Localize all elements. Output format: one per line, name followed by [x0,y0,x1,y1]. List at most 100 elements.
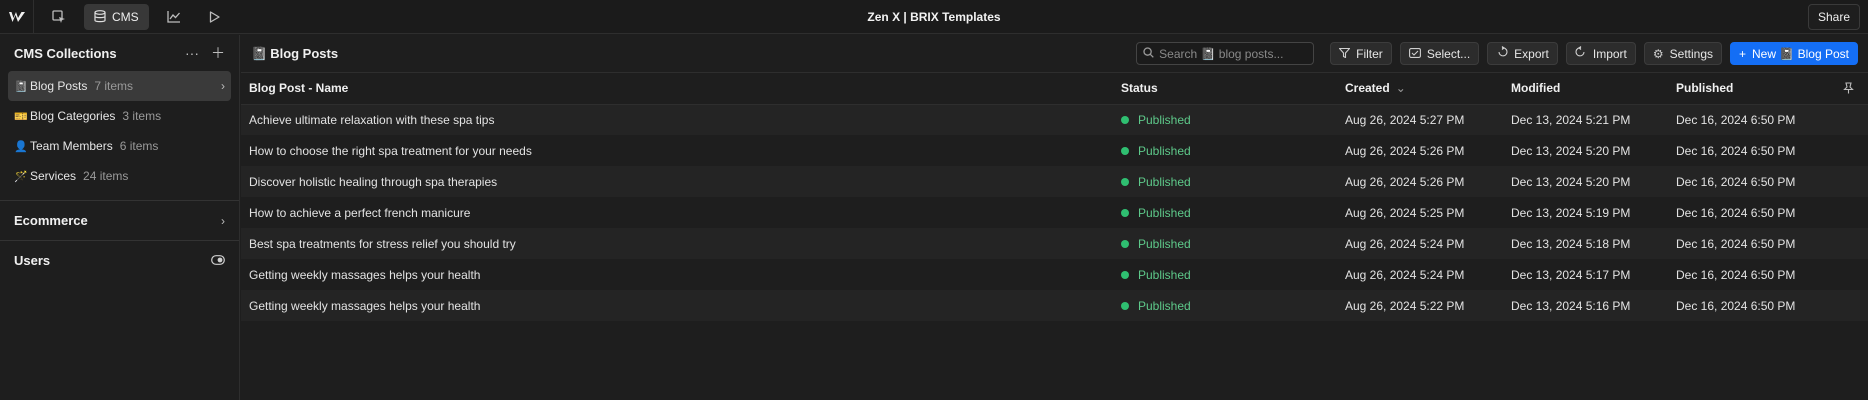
cell-published: Dec 16, 2024 6:50 PM [1668,228,1868,259]
cell-published: Dec 16, 2024 6:50 PM [1668,135,1868,166]
cell-published: Dec 16, 2024 6:50 PM [1668,104,1868,135]
column-header-name[interactable]: Blog Post - Name [241,73,1113,105]
sidebar-item-team-members[interactable]: 👤 Team Members 6 items [8,131,231,161]
cursor-select-icon[interactable] [42,4,76,30]
settings-label: Settings [1669,46,1713,61]
sidebar-item-blog-posts[interactable]: 📓 Blog Posts 7 items › [8,71,231,101]
status-badge: Published [1121,113,1329,127]
cms-sidebar: CMS Collections ··· ＋ 📓 Blog Posts 7 ite… [0,35,240,400]
cell-name[interactable]: Discover holistic healing through spa th… [241,166,1113,197]
cell-name[interactable]: How to choose the right spa treatment fo… [241,135,1113,166]
cell-created: Aug 26, 2024 5:24 PM [1337,259,1503,290]
cms-label: CMS [112,9,139,24]
cell-status: Published [1113,259,1337,290]
search-box[interactable] [1136,42,1315,65]
column-header-created[interactable]: Created ⌄ [1337,73,1503,105]
export-label: Export [1514,46,1549,61]
table-row[interactable]: How to choose the right spa treatment fo… [241,135,1868,166]
cell-name[interactable]: Best spa treatments for stress relief yo… [241,228,1113,259]
cell-modified: Dec 13, 2024 5:18 PM [1503,228,1668,259]
collection-name: Blog Posts [30,79,88,93]
status-label: Published [1138,267,1191,282]
gear-icon: ⚙ [1652,46,1664,61]
sidebar-item-users[interactable]: Users [0,240,239,280]
pin-icon[interactable] [1843,82,1854,97]
status-dot-icon [1121,177,1129,186]
search-icon [1143,46,1154,61]
column-header-published[interactable]: Published [1668,73,1868,105]
search-input[interactable] [1159,46,1310,61]
status-label: Published [1138,205,1191,220]
table-row[interactable]: Getting weekly massages helps your healt… [241,259,1868,290]
status-badge: Published [1121,175,1329,189]
settings-button[interactable]: ⚙ Settings [1643,42,1722,65]
cell-created: Aug 26, 2024 5:25 PM [1337,197,1503,228]
select-button[interactable]: Select... [1399,42,1480,65]
status-dot-icon [1121,239,1129,248]
cell-name[interactable]: Getting weekly massages helps your healt… [241,290,1113,321]
collection-emoji: 👤 [14,140,28,153]
cms-tab[interactable]: CMS [84,3,149,30]
column-header-modified[interactable]: Modified [1503,73,1668,105]
new-blog-post-label: New 📓 Blog Post [1752,46,1849,61]
project-title: Zen X | BRIX Templates [867,9,1001,24]
status-badge: Published [1121,237,1329,251]
collection-count: 7 items [94,79,134,93]
sidebar-item-services[interactable]: 🪄 Services 24 items [8,161,231,191]
collections-heading: CMS Collections [14,45,117,61]
cell-name[interactable]: How to achieve a perfect french manicure [241,197,1113,228]
items-table: Blog Post - Name Status Created ⌄ Modifie… [241,73,1868,321]
share-button[interactable]: Share [1807,4,1860,30]
chart-icon[interactable] [157,4,191,30]
status-label: Published [1138,236,1191,251]
cell-modified: Dec 13, 2024 5:21 PM [1503,104,1668,135]
column-header-status[interactable]: Status [1113,73,1337,105]
new-blog-post-button[interactable]: + New 📓 Blog Post [1730,42,1858,65]
plus-icon[interactable]: ＋ [211,43,225,63]
cell-status: Published [1113,166,1337,197]
export-icon [1496,46,1508,61]
status-label: Published [1138,298,1191,313]
table-row[interactable]: Getting weekly massages helps your healt… [241,290,1868,321]
collection-count: 3 items [122,109,162,123]
collection-emoji: 📓 [14,80,28,93]
sidebar-item-blog-categories[interactable]: 🎫 Blog Categories 3 items [8,101,231,131]
cell-name[interactable]: Achieve ultimate relaxation with these s… [241,104,1113,135]
table-row[interactable]: Best spa treatments for stress relief yo… [241,228,1868,259]
cell-status: Published [1113,290,1337,321]
export-button[interactable]: Export [1487,42,1558,65]
collection-name: Services [30,169,77,183]
table-row[interactable]: Achieve ultimate relaxation with these s… [241,104,1868,135]
collection-emoji: 📓 [251,45,268,61]
status-dot-icon [1121,115,1129,124]
collection-count: 24 items [83,169,129,183]
created-header-label: Created [1345,81,1390,96]
database-icon [94,10,106,23]
webflow-logo-icon[interactable] [0,0,34,34]
collection-title-text: Blog Posts [270,46,339,61]
sidebar-item-ecommerce[interactable]: Ecommerce › [0,200,239,240]
play-icon[interactable] [199,4,230,30]
status-dot-icon [1121,208,1129,217]
select-label: Select... [1426,46,1471,61]
status-badge: Published [1121,268,1329,282]
eye-toggle-icon[interactable] [211,254,225,268]
cell-modified: Dec 13, 2024 5:16 PM [1503,290,1668,321]
cell-created: Aug 26, 2024 5:26 PM [1337,166,1503,197]
collections-header: CMS Collections ··· ＋ [0,35,239,71]
more-icon[interactable]: ··· [185,45,199,61]
cell-published: Dec 16, 2024 6:50 PM [1668,290,1868,321]
published-header-label: Published [1676,81,1734,96]
cell-name[interactable]: Getting weekly massages helps your healt… [241,259,1113,290]
cell-modified: Dec 13, 2024 5:20 PM [1503,166,1668,197]
ecommerce-label: Ecommerce [14,213,88,228]
import-button[interactable]: Import [1565,42,1636,65]
cell-modified: Dec 13, 2024 5:17 PM [1503,259,1668,290]
status-dot-icon [1121,301,1129,310]
status-label: Published [1138,174,1191,189]
cell-created: Aug 26, 2024 5:27 PM [1337,104,1503,135]
table-row[interactable]: Discover holistic healing through spa th… [241,166,1868,197]
filter-button[interactable]: Filter [1330,42,1392,65]
chevron-right-icon: › [221,79,225,93]
table-row[interactable]: How to achieve a perfect french manicure… [241,197,1868,228]
